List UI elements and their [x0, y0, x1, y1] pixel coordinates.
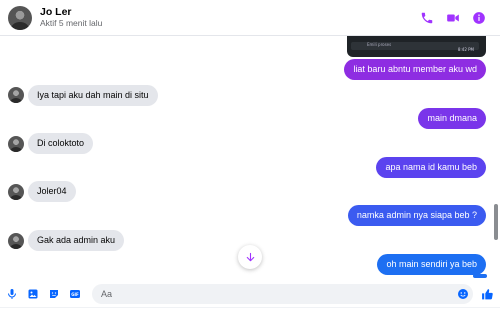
scroll-to-bottom-button[interactable] [238, 245, 262, 269]
message-incoming[interactable]: Iya tapi aku dah main di situ [28, 85, 158, 106]
message-incoming[interactable]: Di coloktoto [28, 133, 94, 154]
message-outgoing[interactable]: main dmana [418, 108, 486, 129]
contact-status: Aktif 5 menit lalu [40, 18, 103, 28]
sender-avatar[interactable] [8, 233, 24, 249]
chat-header: Jo Ler Aktif 5 menit lalu [0, 0, 500, 36]
image-timestamp: 8:42 PM [457, 47, 474, 52]
image-icon[interactable] [27, 288, 39, 300]
message-outgoing[interactable]: namka admin nya siapa beb ? [347, 205, 486, 226]
message-outgoing[interactable]: apa nama id kamu beb [376, 157, 486, 178]
message-outgoing[interactable]: liat baru abntu member aku wd [344, 59, 486, 80]
message-outgoing[interactable]: oh main sendiri ya beb [377, 254, 486, 275]
info-icon[interactable] [472, 11, 486, 25]
gif-label: GIF [71, 292, 79, 297]
thread-scrollbar[interactable] [494, 76, 498, 281]
sender-avatar[interactable] [8, 136, 24, 152]
contact-avatar[interactable] [8, 5, 32, 30]
microphone-icon[interactable] [6, 288, 18, 300]
sender-avatar[interactable] [8, 87, 24, 103]
arrow-down-icon [246, 252, 254, 261]
message-input-wrapper[interactable] [92, 284, 474, 304]
contact-info[interactable]: Jo Ler Aktif 5 menit lalu [40, 6, 102, 29]
gif-icon[interactable]: GIF [69, 288, 81, 300]
image-caption: Emili proses [367, 42, 392, 47]
contact-name[interactable]: Jo Ler [40, 6, 102, 18]
message-composer: GIF [0, 281, 500, 307]
sticker-icon[interactable] [48, 288, 60, 300]
header-actions [420, 11, 492, 25]
emoji-icon[interactable] [457, 288, 469, 300]
scrollbar-thumb[interactable] [494, 204, 498, 240]
phone-icon[interactable] [420, 11, 434, 25]
message-input[interactable] [101, 285, 451, 303]
message-incoming[interactable]: Joler04 [28, 181, 76, 202]
thumbs-up-icon[interactable] [481, 288, 494, 301]
bubble-tail [473, 274, 487, 278]
window-bottom-edge [0, 307, 500, 319]
message-incoming[interactable]: Gak ada admin aku [28, 230, 125, 251]
message-thread[interactable]: Emili proses 8:42 PM liat baru abntu mem… [0, 36, 500, 281]
messenger-window: Jo Ler Aktif 5 menit lalu Emili proses 8… [0, 0, 500, 319]
sender-avatar[interactable] [8, 184, 24, 200]
shared-image-preview[interactable]: Emili proses 8:42 PM [347, 36, 486, 57]
video-icon[interactable] [446, 11, 460, 25]
